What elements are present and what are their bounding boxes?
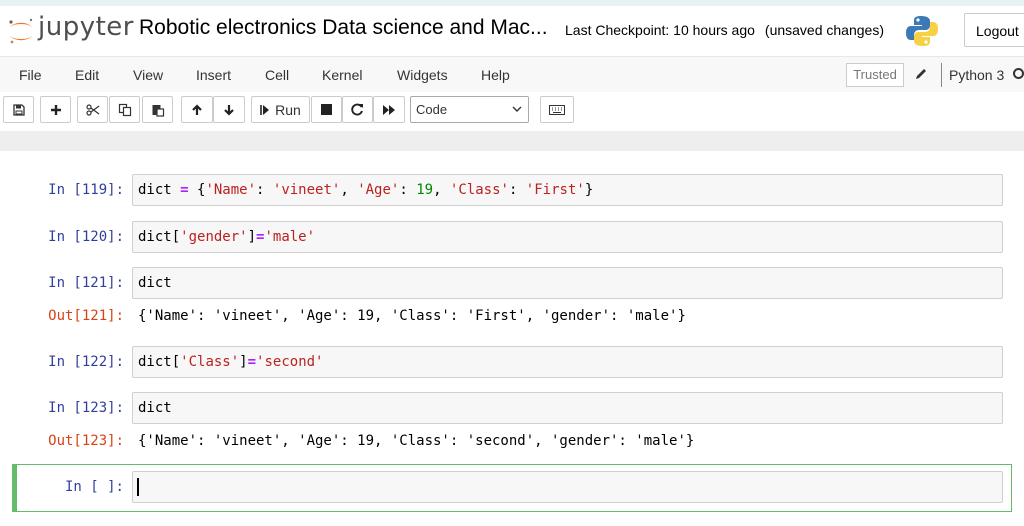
code-token: 'second' bbox=[256, 354, 324, 370]
input-prompt: In [123]: bbox=[48, 400, 124, 416]
arrow-down-icon bbox=[224, 104, 234, 116]
menubar: File Edit View Insert Cell Kernel Widget… bbox=[0, 56, 1024, 94]
code-cell-input[interactable]: dict['gender']='male' bbox=[132, 221, 1003, 253]
header: jupyter Robotic electronics Data science… bbox=[0, 6, 1024, 54]
code-cell-input-active[interactable] bbox=[132, 471, 1003, 503]
menu-edit[interactable]: Edit bbox=[75, 67, 99, 83]
code-token: dict bbox=[138, 354, 172, 370]
copy-button[interactable] bbox=[109, 96, 140, 123]
pencil-icon[interactable] bbox=[914, 67, 928, 81]
code-token: ] bbox=[247, 229, 257, 245]
output-prompt: Out[123]: bbox=[48, 433, 124, 449]
copy-icon bbox=[118, 103, 131, 116]
cell-output: {'Name': 'vineet', 'Age': 19, 'Class': '… bbox=[138, 433, 695, 449]
move-down-button[interactable] bbox=[213, 96, 245, 123]
restart-button[interactable] bbox=[342, 96, 373, 123]
cell-type-select[interactable]: Code bbox=[410, 96, 529, 123]
menu-widgets[interactable]: Widgets bbox=[397, 67, 448, 83]
input-prompt: In [121]: bbox=[48, 275, 124, 291]
unsaved-indicator: (unsaved changes) bbox=[764, 22, 884, 38]
code-token: } bbox=[584, 182, 594, 198]
paste-button[interactable] bbox=[142, 96, 173, 123]
keyboard-icon bbox=[549, 104, 565, 115]
menu-kernel[interactable]: Kernel bbox=[322, 67, 362, 83]
code-cell-input[interactable]: dict['Class']='second' bbox=[132, 346, 1003, 378]
code-token: , bbox=[433, 182, 450, 198]
menu-insert[interactable]: Insert bbox=[196, 67, 231, 83]
code-token: 'Class' bbox=[180, 354, 240, 370]
kernel-status-icon bbox=[1013, 68, 1024, 79]
code-token: dict bbox=[138, 182, 172, 198]
fast-forward-icon bbox=[383, 104, 395, 115]
notebook-title[interactable]: Robotic electronics Data science and Mac… bbox=[139, 16, 548, 40]
menu-help[interactable]: Help bbox=[481, 67, 510, 83]
chevron-down-icon bbox=[512, 106, 522, 112]
code-token: 'Class' bbox=[449, 182, 509, 198]
code-token: , bbox=[340, 182, 358, 198]
checkpoint-text: Last Checkpoint: 10 hours ago bbox=[565, 22, 755, 38]
text-cursor bbox=[137, 478, 139, 496]
code-token: 'Age' bbox=[357, 182, 400, 198]
python-logo-icon bbox=[906, 16, 938, 46]
menu-view[interactable]: View bbox=[133, 67, 163, 83]
code-token: 'gender' bbox=[180, 229, 248, 245]
code-cell-input[interactable]: dict bbox=[132, 392, 1003, 424]
restart-run-all-button[interactable] bbox=[373, 96, 405, 123]
interrupt-button[interactable] bbox=[311, 96, 342, 123]
restart-icon bbox=[351, 103, 363, 116]
code-token: dict bbox=[138, 229, 172, 245]
menu-file[interactable]: File bbox=[19, 67, 42, 83]
code-cell-input[interactable]: dict = {'Name': 'vineet', 'Age': 19, 'Cl… bbox=[132, 174, 1003, 206]
code-token: dict bbox=[138, 400, 172, 416]
input-prompt: In [120]: bbox=[48, 229, 124, 245]
kernel-separator bbox=[941, 63, 942, 87]
input-prompt: In [119]: bbox=[48, 182, 124, 198]
jupyter-logo-icon[interactable] bbox=[6, 16, 36, 46]
move-up-button[interactable] bbox=[181, 96, 213, 123]
code-token: 'vineet' bbox=[272, 182, 341, 198]
code-token: 'male' bbox=[264, 229, 316, 245]
output-prompt: Out[121]: bbox=[48, 308, 124, 324]
logout-button[interactable]: Logout bbox=[964, 13, 1024, 47]
run-button[interactable]: Run bbox=[251, 96, 310, 123]
trusted-indicator[interactable]: Trusted bbox=[846, 63, 904, 87]
cell-type-value: Code bbox=[416, 102, 448, 117]
code-token: [ bbox=[171, 229, 181, 245]
checkpoint-status: Last Checkpoint: 10 hours ago (unsaved ch… bbox=[565, 22, 884, 38]
code-token: ] bbox=[239, 354, 248, 370]
insert-cell-button[interactable] bbox=[40, 96, 71, 123]
input-prompt: In [ ]: bbox=[64, 479, 124, 495]
code-token: 19 bbox=[416, 182, 434, 198]
code-token: dict bbox=[138, 275, 172, 291]
cell-output: {'Name': 'vineet', 'Age': 19, 'Class': '… bbox=[138, 308, 686, 324]
toolbar: Run Code bbox=[0, 92, 1024, 130]
cut-icon bbox=[85, 103, 99, 116]
code-token: : bbox=[399, 182, 417, 198]
input-prompt: In [122]: bbox=[48, 354, 124, 370]
run-icon bbox=[260, 104, 270, 115]
command-palette-button[interactable] bbox=[540, 96, 574, 123]
logo-text[interactable]: jupyter bbox=[38, 12, 134, 42]
header-divider bbox=[0, 131, 1024, 151]
paste-icon bbox=[152, 104, 164, 117]
code-token: : bbox=[256, 182, 273, 198]
code-token: : bbox=[508, 182, 526, 198]
kernel-name[interactable]: Python 3 bbox=[949, 67, 1004, 83]
code-token: [ bbox=[171, 354, 181, 370]
code-token: 'Name' bbox=[205, 182, 257, 198]
cut-button[interactable] bbox=[77, 96, 108, 123]
stop-icon bbox=[321, 104, 332, 115]
plus-icon bbox=[50, 104, 61, 115]
code-token: 'First' bbox=[525, 182, 585, 198]
code-token: = bbox=[171, 182, 198, 198]
code-cell-input[interactable]: dict bbox=[132, 267, 1003, 299]
code-token: = bbox=[247, 354, 257, 370]
save-icon bbox=[12, 103, 25, 116]
menu-cell[interactable]: Cell bbox=[265, 67, 289, 83]
save-button[interactable] bbox=[3, 96, 34, 123]
run-label: Run bbox=[275, 101, 301, 118]
arrow-up-icon bbox=[192, 103, 202, 115]
